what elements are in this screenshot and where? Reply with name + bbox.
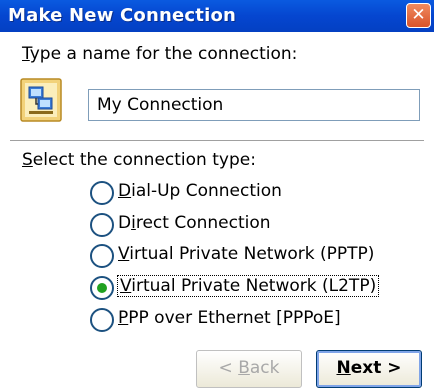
option-label[interactable]: Direct Connection [118,213,271,233]
title-bar[interactable]: Make New Connection ✕ [0,0,434,32]
connection-name-field[interactable] [88,89,420,121]
option-label[interactable]: PPP over Ethernet [PPPoE] [118,308,341,328]
radio-button[interactable] [90,244,114,268]
radio-button[interactable] [90,276,114,300]
connection-name-label: Type a name for the connection: [22,44,298,64]
close-button[interactable]: ✕ [406,3,431,28]
option-label[interactable]: Virtual Private Network (PPTP) [118,244,374,264]
radio-button[interactable] [90,308,114,332]
window-title: Make New Connection [8,5,237,26]
make-new-connection-dialog: Make New Connection ✕ Type a name for th… [0,0,434,392]
radio-button[interactable] [90,181,114,205]
option-label[interactable]: Dial-Up Connection [118,181,282,201]
next-button[interactable]: Next > [316,350,422,388]
radio-button[interactable] [90,213,114,237]
back-button[interactable]: < Back [196,350,302,388]
radio-selected-dot [97,283,107,293]
connection-name-input[interactable] [89,91,415,119]
close-icon: ✕ [411,5,426,25]
connection-type-label: Select the connection type: [22,150,256,170]
section-divider [10,140,424,142]
network-connection-icon [20,78,62,122]
option-label[interactable]: Virtual Private Network (L2TP) [116,275,380,297]
